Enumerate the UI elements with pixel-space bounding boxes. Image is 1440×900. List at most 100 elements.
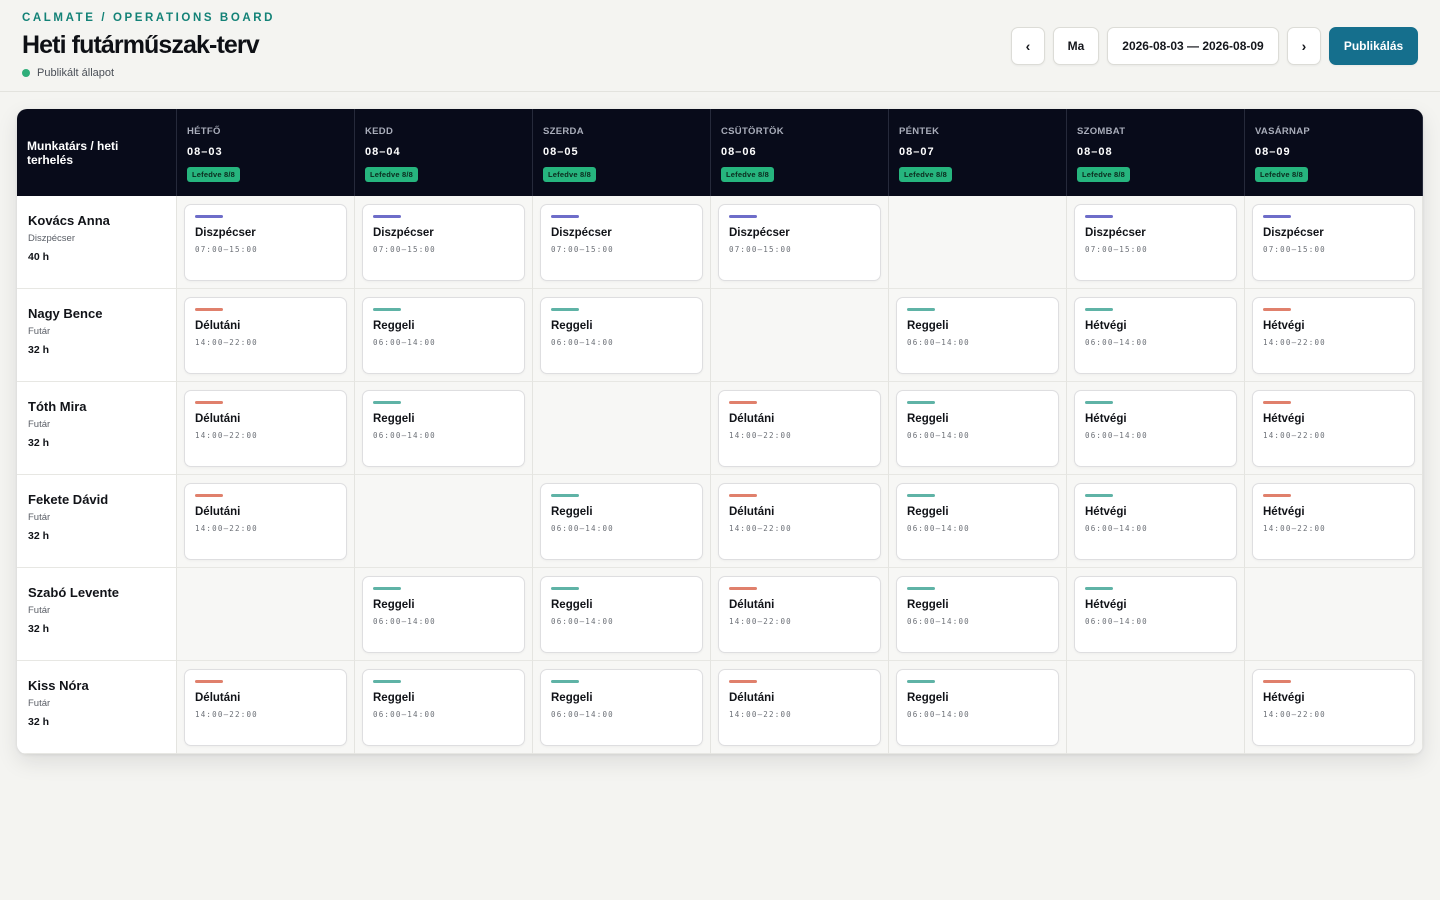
schedule-cell[interactable]: Reggeli 06:00–14:00 bbox=[889, 289, 1067, 382]
schedule-cell[interactable] bbox=[533, 382, 711, 475]
status-dot-icon bbox=[22, 69, 30, 77]
shift-time: 07:00–15:00 bbox=[373, 245, 436, 254]
schedule-cell[interactable]: Diszpécser 07:00–15:00 bbox=[1245, 196, 1423, 289]
today-button[interactable]: Ma bbox=[1053, 27, 1099, 65]
schedule-cell[interactable] bbox=[1245, 568, 1423, 661]
shift-card[interactable]: Reggeli 06:00–14:00 bbox=[896, 297, 1059, 374]
shift-card[interactable]: Hétvégi 06:00–14:00 bbox=[1074, 390, 1237, 467]
schedule-cell[interactable]: Diszpécser 07:00–15:00 bbox=[177, 196, 355, 289]
shift-card[interactable]: Délutáni 14:00–22:00 bbox=[718, 483, 881, 560]
page-header: CALMATE / OPERATIONS BOARD Heti futárműs… bbox=[0, 0, 1440, 92]
shift-time: 06:00–14:00 bbox=[551, 710, 614, 719]
schedule-cell[interactable] bbox=[355, 475, 533, 568]
schedule-cell[interactable]: Reggeli 06:00–14:00 bbox=[889, 661, 1067, 754]
schedule-cell[interactable]: Reggeli 06:00–14:00 bbox=[533, 568, 711, 661]
shift-card[interactable]: Délutáni 14:00–22:00 bbox=[718, 390, 881, 467]
schedule-cell[interactable]: Reggeli 06:00–14:00 bbox=[355, 382, 533, 475]
schedule-cell[interactable]: Délutáni 14:00–22:00 bbox=[177, 661, 355, 754]
shift-card[interactable]: Reggeli 06:00–14:00 bbox=[896, 576, 1059, 653]
shift-card[interactable]: Reggeli 06:00–14:00 bbox=[362, 390, 525, 467]
shift-card[interactable]: Diszpécser 07:00–15:00 bbox=[1074, 204, 1237, 281]
shift-time: 06:00–14:00 bbox=[373, 338, 436, 347]
shift-card[interactable]: Hétvégi 14:00–22:00 bbox=[1252, 669, 1415, 746]
schedule-cell[interactable]: Reggeli 06:00–14:00 bbox=[355, 661, 533, 754]
status-indicator: Publikált állapot bbox=[22, 67, 114, 79]
next-week-button[interactable]: › bbox=[1287, 27, 1321, 65]
shift-color-bar bbox=[729, 680, 757, 683]
shift-card[interactable]: Reggeli 06:00–14:00 bbox=[896, 669, 1059, 746]
shift-time: 06:00–14:00 bbox=[907, 338, 970, 347]
shift-card[interactable]: Diszpécser 07:00–15:00 bbox=[540, 204, 703, 281]
shift-card[interactable]: Reggeli 06:00–14:00 bbox=[896, 483, 1059, 560]
publish-button[interactable]: Publikálás bbox=[1329, 27, 1418, 65]
shift-card[interactable]: Hétvégi 06:00–14:00 bbox=[1074, 483, 1237, 560]
employee-name: Kiss Nóra bbox=[28, 678, 89, 693]
schedule-cell[interactable]: Hétvégi 06:00–14:00 bbox=[1067, 382, 1245, 475]
schedule-cell[interactable]: Hétvégi 06:00–14:00 bbox=[1067, 568, 1245, 661]
schedule-cell[interactable]: Reggeli 06:00–14:00 bbox=[889, 568, 1067, 661]
schedule-cell[interactable]: Délutáni 14:00–22:00 bbox=[711, 382, 889, 475]
schedule-cell[interactable]: Reggeli 06:00–14:00 bbox=[355, 568, 533, 661]
schedule-cell[interactable]: Reggeli 06:00–14:00 bbox=[889, 475, 1067, 568]
shift-name: Diszpécser bbox=[373, 227, 434, 239]
schedule-cell[interactable]: Délutáni 14:00–22:00 bbox=[177, 289, 355, 382]
schedule-cell[interactable]: Hétvégi 14:00–22:00 bbox=[1245, 289, 1423, 382]
schedule-cell[interactable]: Reggeli 06:00–14:00 bbox=[889, 382, 1067, 475]
schedule-cell[interactable]: Reggeli 06:00–14:00 bbox=[533, 661, 711, 754]
shift-card[interactable]: Reggeli 06:00–14:00 bbox=[362, 669, 525, 746]
shift-card[interactable]: Diszpécser 07:00–15:00 bbox=[362, 204, 525, 281]
employee-role: Futár bbox=[28, 419, 51, 430]
shift-card[interactable]: Diszpécser 07:00–15:00 bbox=[1252, 204, 1415, 281]
shift-name: Hétvégi bbox=[1085, 320, 1127, 332]
shift-card[interactable]: Délutáni 14:00–22:00 bbox=[718, 576, 881, 653]
schedule-cell[interactable] bbox=[1067, 661, 1245, 754]
shift-card[interactable]: Reggeli 06:00–14:00 bbox=[362, 576, 525, 653]
shift-card[interactable]: Reggeli 06:00–14:00 bbox=[540, 576, 703, 653]
shift-color-bar bbox=[195, 401, 223, 404]
schedule-cell[interactable]: Reggeli 06:00–14:00 bbox=[533, 475, 711, 568]
shift-card[interactable]: Délutáni 14:00–22:00 bbox=[184, 669, 347, 746]
shift-name: Reggeli bbox=[907, 320, 949, 332]
shift-card[interactable]: Délutáni 14:00–22:00 bbox=[718, 669, 881, 746]
shift-name: Diszpécser bbox=[729, 227, 790, 239]
schedule-cell[interactable]: Délutáni 14:00–22:00 bbox=[177, 475, 355, 568]
schedule-cell[interactable] bbox=[889, 196, 1067, 289]
shift-card[interactable]: Hétvégi 06:00–14:00 bbox=[1074, 576, 1237, 653]
shift-card[interactable]: Délutáni 14:00–22:00 bbox=[184, 390, 347, 467]
shift-card[interactable]: Reggeli 06:00–14:00 bbox=[540, 483, 703, 560]
schedule-cell[interactable]: Diszpécser 07:00–15:00 bbox=[1067, 196, 1245, 289]
schedule-cell[interactable]: Hétvégi 14:00–22:00 bbox=[1245, 661, 1423, 754]
shift-card[interactable]: Hétvégi 14:00–22:00 bbox=[1252, 390, 1415, 467]
shift-card[interactable]: Délutáni 14:00–22:00 bbox=[184, 297, 347, 374]
schedule-cell[interactable] bbox=[177, 568, 355, 661]
schedule-cell[interactable]: Hétvégi 14:00–22:00 bbox=[1245, 475, 1423, 568]
shift-card[interactable]: Délutáni 14:00–22:00 bbox=[184, 483, 347, 560]
shift-card[interactable]: Hétvégi 06:00–14:00 bbox=[1074, 297, 1237, 374]
shift-card[interactable]: Diszpécser 07:00–15:00 bbox=[184, 204, 347, 281]
date-range-picker[interactable]: 2026-08-03 — 2026-08-09 bbox=[1107, 27, 1279, 65]
shift-card[interactable]: Reggeli 06:00–14:00 bbox=[540, 669, 703, 746]
shift-time: 06:00–14:00 bbox=[907, 431, 970, 440]
schedule-cell[interactable]: Hétvégi 14:00–22:00 bbox=[1245, 382, 1423, 475]
shift-card[interactable]: Diszpécser 07:00–15:00 bbox=[718, 204, 881, 281]
shift-card[interactable]: Reggeli 06:00–14:00 bbox=[362, 297, 525, 374]
shift-card[interactable]: Hétvégi 14:00–22:00 bbox=[1252, 297, 1415, 374]
schedule-cell[interactable]: Reggeli 06:00–14:00 bbox=[533, 289, 711, 382]
shift-color-bar bbox=[195, 680, 223, 683]
schedule-cell[interactable]: Délutáni 14:00–22:00 bbox=[711, 475, 889, 568]
schedule-cell[interactable]: Diszpécser 07:00–15:00 bbox=[355, 196, 533, 289]
shift-card[interactable]: Reggeli 06:00–14:00 bbox=[540, 297, 703, 374]
schedule-cell[interactable]: Délutáni 14:00–22:00 bbox=[711, 568, 889, 661]
schedule-cell[interactable] bbox=[711, 289, 889, 382]
prev-week-button[interactable]: ‹ bbox=[1011, 27, 1045, 65]
shift-card[interactable]: Reggeli 06:00–14:00 bbox=[896, 390, 1059, 467]
schedule-cell[interactable]: Reggeli 06:00–14:00 bbox=[355, 289, 533, 382]
schedule-cell[interactable]: Diszpécser 07:00–15:00 bbox=[711, 196, 889, 289]
schedule-cell[interactable]: Hétvégi 06:00–14:00 bbox=[1067, 475, 1245, 568]
schedule-cell[interactable]: Diszpécser 07:00–15:00 bbox=[533, 196, 711, 289]
day-name: HÉTFŐ bbox=[187, 126, 221, 137]
schedule-cell[interactable]: Délutáni 14:00–22:00 bbox=[177, 382, 355, 475]
schedule-cell[interactable]: Hétvégi 06:00–14:00 bbox=[1067, 289, 1245, 382]
schedule-cell[interactable]: Délutáni 14:00–22:00 bbox=[711, 661, 889, 754]
shift-card[interactable]: Hétvégi 14:00–22:00 bbox=[1252, 483, 1415, 560]
